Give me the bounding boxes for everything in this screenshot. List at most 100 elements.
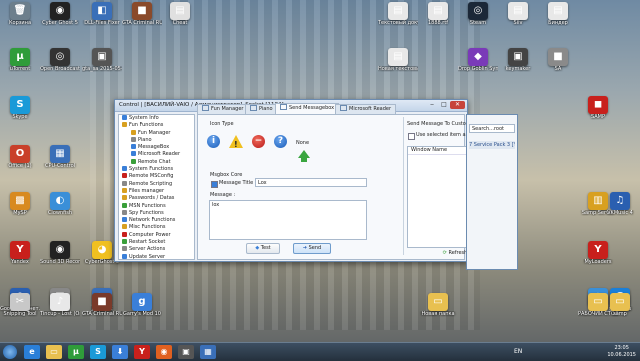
- desktop-icon[interactable]: Y MyLoaders: [578, 241, 618, 279]
- clock[interactable]: 23:05 10.06.2015: [607, 345, 636, 359]
- tree-item[interactable]: Spy Functions: [119, 209, 194, 217]
- use-selected-checkbox[interactable]: [408, 133, 415, 140]
- desktop-icon[interactable]: ◎ Steam: [458, 2, 498, 40]
- desktop-icon-label: Новая папка: [421, 311, 455, 317]
- app-icon: ▣: [508, 48, 528, 66]
- desktop-icon[interactable]: ▭ samp: [600, 293, 640, 331]
- send-messagebox-panel: Icon Type i ! − ? None Msgbox Core Messa…: [197, 114, 513, 260]
- tree-item[interactable]: System Info: [119, 115, 194, 122]
- tree-item[interactable]: Restart Socket: [119, 239, 194, 246]
- desktop-icon[interactable]: 🗑 Корзина: [0, 2, 40, 40]
- desktop-icon[interactable]: ▭ Новая папка: [418, 293, 458, 331]
- desktop-icon[interactable]: ◉ Sound 3D Record: [40, 241, 80, 279]
- desktop-icon[interactable]: ♪Tincup - Lost (Original M...: [40, 293, 80, 331]
- desktop-icon[interactable]: ▤ 1888.rtf: [418, 2, 458, 40]
- desktop-icon[interactable]: ◐ Clownfish: [40, 192, 80, 230]
- taskbar-app-icon[interactable]: ▦: [200, 345, 216, 359]
- info-glyph: i: [211, 136, 216, 146]
- desktop-icon[interactable]: O Office (1): [0, 145, 40, 183]
- tree-item[interactable]: Computer Power: [119, 231, 194, 239]
- tree-item[interactable]: Remote Scripting: [119, 180, 194, 188]
- tree-item-icon: [122, 187, 127, 193]
- send-button[interactable]: ➜ Send: [293, 243, 331, 254]
- desktop-icon[interactable]: Y Yandex: [0, 241, 40, 279]
- tree-item[interactable]: Server Actions: [119, 246, 194, 253]
- tree-item[interactable]: Misc Functions: [119, 224, 194, 231]
- desktop-icon[interactable]: S Skype: [0, 96, 40, 134]
- desktop-icon[interactable]: ◆Drop Goblin Synchronic...: [458, 48, 498, 86]
- taskbar-app-icon[interactable]: µ: [68, 345, 84, 359]
- tab-piano[interactable]: Piano: [245, 104, 278, 114]
- desktop-icon[interactable]: ▣gta_sa 2015-05-01 ...: [82, 48, 122, 86]
- message-title-input[interactable]: Lox: [255, 178, 367, 187]
- test-button[interactable]: ◆ Test: [246, 243, 280, 254]
- tree-item-icon: [122, 166, 127, 172]
- tree-item-icon: [131, 158, 136, 164]
- desktop-icon[interactable]: ▦ CPU-Control: [40, 145, 80, 183]
- secondary-search-input[interactable]: Search...root: [469, 124, 515, 133]
- desktop-icon[interactable]: ▤ Биндер: [538, 2, 578, 40]
- tree-item[interactable]: Network Functions: [119, 217, 194, 224]
- taskbar-app-icon[interactable]: e: [24, 345, 40, 359]
- desktop-icon[interactable]: ▣ keymaker: [498, 48, 538, 86]
- tree-item[interactable]: Microsoft Reader: [119, 151, 194, 158]
- tree-item-icon: [131, 129, 136, 135]
- desktop-icon-label: Yandex: [11, 259, 29, 265]
- taskbar-app-icon[interactable]: Y: [134, 345, 150, 359]
- app-icon: ▦: [50, 145, 70, 163]
- desktop-icon[interactable]: µ uTorrent: [0, 48, 40, 86]
- warning-icon[interactable]: !: [229, 135, 243, 149]
- tree-item[interactable]: Files manager: [119, 187, 194, 195]
- tree-item[interactable]: Piano: [119, 136, 194, 144]
- tree-item[interactable]: MSN Functions: [119, 202, 194, 210]
- desktop-icon[interactable]: ✂ Snipping Tool: [0, 293, 40, 331]
- minimize-icon[interactable]: ‒: [427, 101, 437, 109]
- tree-item-label: Piano: [138, 136, 152, 143]
- tab-fun-manager[interactable]: Fun Manager: [197, 104, 249, 114]
- taskbar-app-icon[interactable]: ▭: [46, 345, 62, 359]
- desktop-icon[interactable]: ■ SA: [538, 48, 578, 86]
- tree-item[interactable]: MessageBox: [119, 144, 194, 151]
- taskbar-app-icon[interactable]: ▣: [178, 345, 194, 359]
- desktop-icon[interactable]: ■GTA Criminal RUSSIA.exe: [82, 293, 122, 331]
- desktop-icon[interactable]: ◎Open Broadcast...: [40, 48, 80, 86]
- taskbar-app-icon[interactable]: ◉: [156, 345, 172, 359]
- tree-item[interactable]: Fun Functions: [119, 122, 194, 129]
- tree-item[interactable]: Remote Chat: [119, 158, 194, 166]
- desktop-icon[interactable]: g Garry's Mod 10: [122, 293, 162, 331]
- tree-item[interactable]: Update Server: [119, 253, 194, 259]
- desktop-icon[interactable]: ▩ MySP: [0, 192, 40, 230]
- desktop-icon[interactable]: ▤ Cheat: [160, 2, 200, 40]
- desktop-icon[interactable]: ■GTA Criminal RUSSIA: [122, 2, 162, 40]
- maximize-icon[interactable]: □: [439, 101, 449, 109]
- message-textarea[interactable]: lox: [209, 200, 367, 240]
- desktop-icon[interactable]: ◧ DLL-Files Fixer: [82, 2, 122, 40]
- desktop-icon[interactable]: ◼ SAMP: [578, 96, 618, 134]
- taskbar-app-icon[interactable]: S: [90, 345, 106, 359]
- desktop-icon[interactable]: ▤ Siiv: [498, 2, 538, 40]
- function-tree[interactable]: System Info Fun Functions Fun Manager Piano…: [118, 114, 195, 260]
- desktop-icon-label: MySP: [13, 210, 27, 216]
- tab-microsoft-reader[interactable]: Microsoft Reader: [335, 104, 397, 114]
- tree-item[interactable]: System Functions: [119, 166, 194, 173]
- tab-send-messagebox[interactable]: Send Messagebox: [275, 103, 340, 114]
- tree-item-icon: [122, 122, 127, 128]
- tree-item[interactable]: Passwords / Datas: [119, 195, 194, 202]
- secondary-list-item[interactable]: 7 Service Pack 3 [Y: [469, 141, 515, 149]
- desktop-icon[interactable]: ◉ Cyber Ghost 5: [40, 2, 80, 40]
- tree-item[interactable]: Fun Manager: [119, 129, 194, 137]
- close-icon[interactable]: ✕: [450, 101, 465, 109]
- taskbar-app-icon[interactable]: ⬇: [112, 345, 128, 359]
- question-icon[interactable]: ?: [274, 135, 287, 148]
- info-icon[interactable]: i: [207, 135, 220, 148]
- tab-label: Piano: [259, 106, 273, 112]
- desktop-icon-label: 1888.rtf: [427, 20, 449, 26]
- desktop-icon[interactable]: ♫ VKMusic 4: [600, 192, 640, 230]
- tree-item[interactable]: Remote MSConfig: [119, 173, 194, 180]
- desktop-icon[interactable]: ▤Новая текстовый...: [378, 48, 418, 86]
- app-icon: ◎: [468, 2, 488, 20]
- start-button[interactable]: [3, 345, 17, 359]
- language-indicator[interactable]: EN: [514, 348, 522, 355]
- error-icon[interactable]: −: [252, 135, 265, 148]
- desktop-icon[interactable]: ▤Текстовый документ...: [378, 2, 418, 40]
